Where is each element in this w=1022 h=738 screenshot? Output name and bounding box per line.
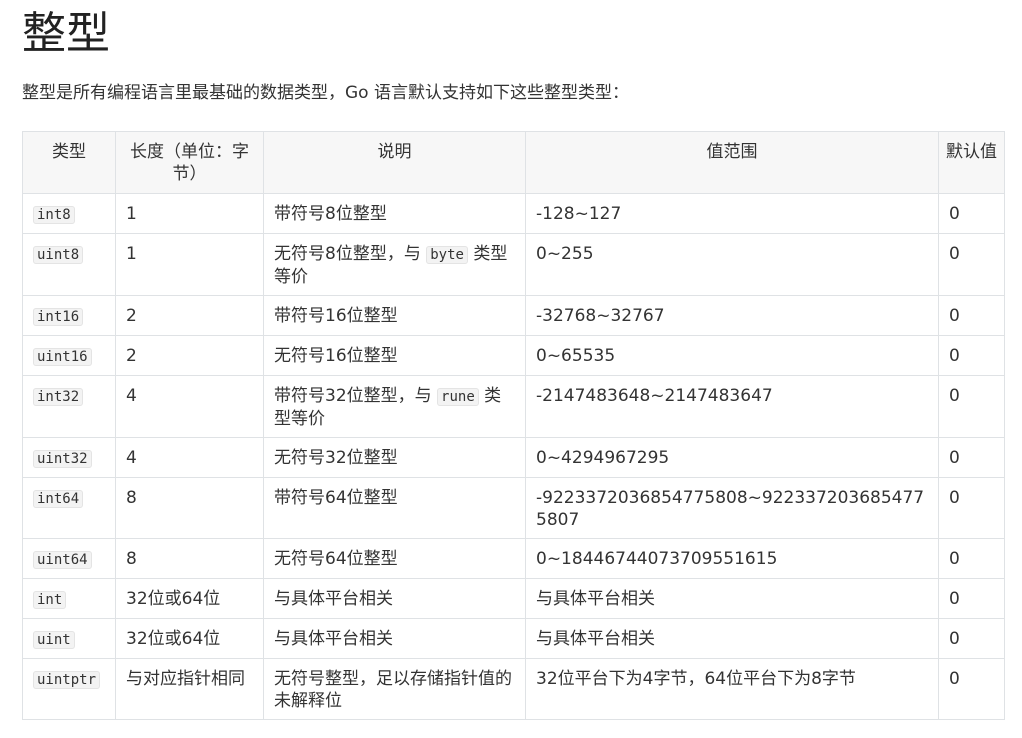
- cell-length: 与对应指针相同: [115, 658, 264, 720]
- header-description: 说明: [263, 131, 526, 194]
- intro-paragraph: 整型是所有编程语言里最基础的数据类型，Go 语言默认支持如下这些整型类型：: [22, 83, 629, 103]
- cell-description: 无符号32位整型: [263, 437, 526, 478]
- type-code: uint16: [33, 348, 92, 366]
- cell-range: 与具体平台相关: [525, 578, 939, 619]
- cell-default: 0: [938, 295, 1005, 336]
- cell-length: 1: [115, 233, 264, 296]
- cell-range: 0~255: [525, 233, 939, 296]
- cell-type: uint: [22, 618, 116, 659]
- cell-description: 带符号64位整型: [263, 477, 526, 539]
- cell-description: 带符号32位整型，与 rune 类型等价: [263, 375, 526, 438]
- cell-range: 32位平台下为4字节，64位平台下为8字节: [525, 658, 939, 720]
- table-row: uint64 8 无符号64位整型 0~18446744073709551615…: [22, 538, 1005, 579]
- cell-type: uint64: [22, 538, 116, 579]
- cell-range: 0~18446744073709551615: [525, 538, 939, 579]
- header-default: 默认值: [938, 131, 1005, 194]
- cell-type: uint32: [22, 437, 116, 478]
- table-row: int32 4 带符号32位整型，与 rune 类型等价 -2147483648…: [22, 375, 1005, 438]
- type-code: uintptr: [33, 671, 101, 689]
- table-header-row: 类型 长度（单位：字节） 说明 值范围 默认值: [22, 131, 1005, 194]
- description-text: 无符号8位整型，与: [274, 244, 427, 264]
- cell-range: 0~65535: [525, 335, 939, 376]
- cell-length: 1: [115, 193, 264, 234]
- cell-type: int64: [22, 477, 116, 539]
- type-code: int64: [33, 490, 84, 508]
- cell-default: 0: [938, 193, 1005, 234]
- cell-default: 0: [938, 375, 1005, 438]
- header-type: 类型: [22, 131, 116, 194]
- table-row: uint 32位或64位 与具体平台相关 与具体平台相关 0: [22, 618, 1005, 659]
- type-code: uint32: [33, 450, 92, 468]
- cell-type: int: [22, 578, 116, 619]
- cell-type: uintptr: [22, 658, 116, 720]
- type-code: uint: [33, 631, 75, 649]
- header-range: 值范围: [525, 131, 939, 194]
- cell-length: 8: [115, 538, 264, 579]
- cell-description: 与具体平台相关: [263, 578, 526, 619]
- type-code: int: [33, 591, 67, 609]
- cell-length: 4: [115, 375, 264, 438]
- type-code: int16: [33, 308, 84, 326]
- cell-default: 0: [938, 618, 1005, 659]
- table-row: uintptr 与对应指针相同 无符号整型，足以存储指针值的未解释位 32位平台…: [22, 658, 1005, 720]
- cell-range: -2147483648~2147483647: [525, 375, 939, 438]
- cell-length: 32位或64位: [115, 618, 264, 659]
- cell-length: 8: [115, 477, 264, 539]
- cell-description: 无符号8位整型，与 byte 类型等价: [263, 233, 526, 296]
- type-code: int32: [33, 388, 84, 406]
- cell-type: int32: [22, 375, 116, 438]
- cell-default: 0: [938, 538, 1005, 579]
- table-row: uint16 2 无符号16位整型 0~65535 0: [22, 335, 1005, 376]
- cell-description: 带符号16位整型: [263, 295, 526, 336]
- table-row: uint8 1 无符号8位整型，与 byte 类型等价 0~255 0: [22, 233, 1005, 296]
- cell-default: 0: [938, 437, 1005, 478]
- description-text: 带符号32位整型，与: [274, 386, 438, 406]
- cell-type: uint16: [22, 335, 116, 376]
- cell-description: 无符号16位整型: [263, 335, 526, 376]
- type-code: uint8: [33, 246, 84, 264]
- cell-type: uint8: [22, 233, 116, 296]
- cell-description: 无符号整型，足以存储指针值的未解释位: [263, 658, 526, 720]
- cell-default: 0: [938, 658, 1005, 720]
- page-title: 整型: [22, 8, 110, 59]
- header-length: 长度（单位：字节）: [115, 131, 264, 194]
- table-row: uint32 4 无符号32位整型 0~4294967295 0: [22, 437, 1005, 478]
- cell-type: int16: [22, 295, 116, 336]
- cell-default: 0: [938, 335, 1005, 376]
- cell-description: 带符号8位整型: [263, 193, 526, 234]
- table-row: int 32位或64位 与具体平台相关 与具体平台相关 0: [22, 578, 1005, 619]
- cell-length: 32位或64位: [115, 578, 264, 619]
- cell-range: 0~4294967295: [525, 437, 939, 478]
- table-row: int16 2 带符号16位整型 -32768~32767 0: [22, 295, 1005, 336]
- cell-range: -9223372036854775808~9223372036854775807: [525, 477, 939, 539]
- table-row: int64 8 带符号64位整型 -9223372036854775808~92…: [22, 477, 1005, 539]
- cell-default: 0: [938, 578, 1005, 619]
- type-code: uint64: [33, 551, 92, 569]
- cell-type: int8: [22, 193, 116, 234]
- cell-length: 4: [115, 437, 264, 478]
- alias-type-code: rune: [437, 388, 479, 406]
- cell-description: 与具体平台相关: [263, 618, 526, 659]
- cell-length: 2: [115, 335, 264, 376]
- type-code: int8: [33, 206, 75, 224]
- cell-range: -32768~32767: [525, 295, 939, 336]
- cell-default: 0: [938, 233, 1005, 296]
- alias-type-code: byte: [426, 246, 468, 264]
- cell-description: 无符号64位整型: [263, 538, 526, 579]
- cell-default: 0: [938, 477, 1005, 539]
- cell-range: 与具体平台相关: [525, 618, 939, 659]
- cell-length: 2: [115, 295, 264, 336]
- integer-types-table: 类型 长度（单位：字节） 说明 值范围 默认值 int8 1 带符号8位整型 -…: [22, 131, 1005, 720]
- table-row: int8 1 带符号8位整型 -128~127 0: [22, 193, 1005, 234]
- cell-range: -128~127: [525, 193, 939, 234]
